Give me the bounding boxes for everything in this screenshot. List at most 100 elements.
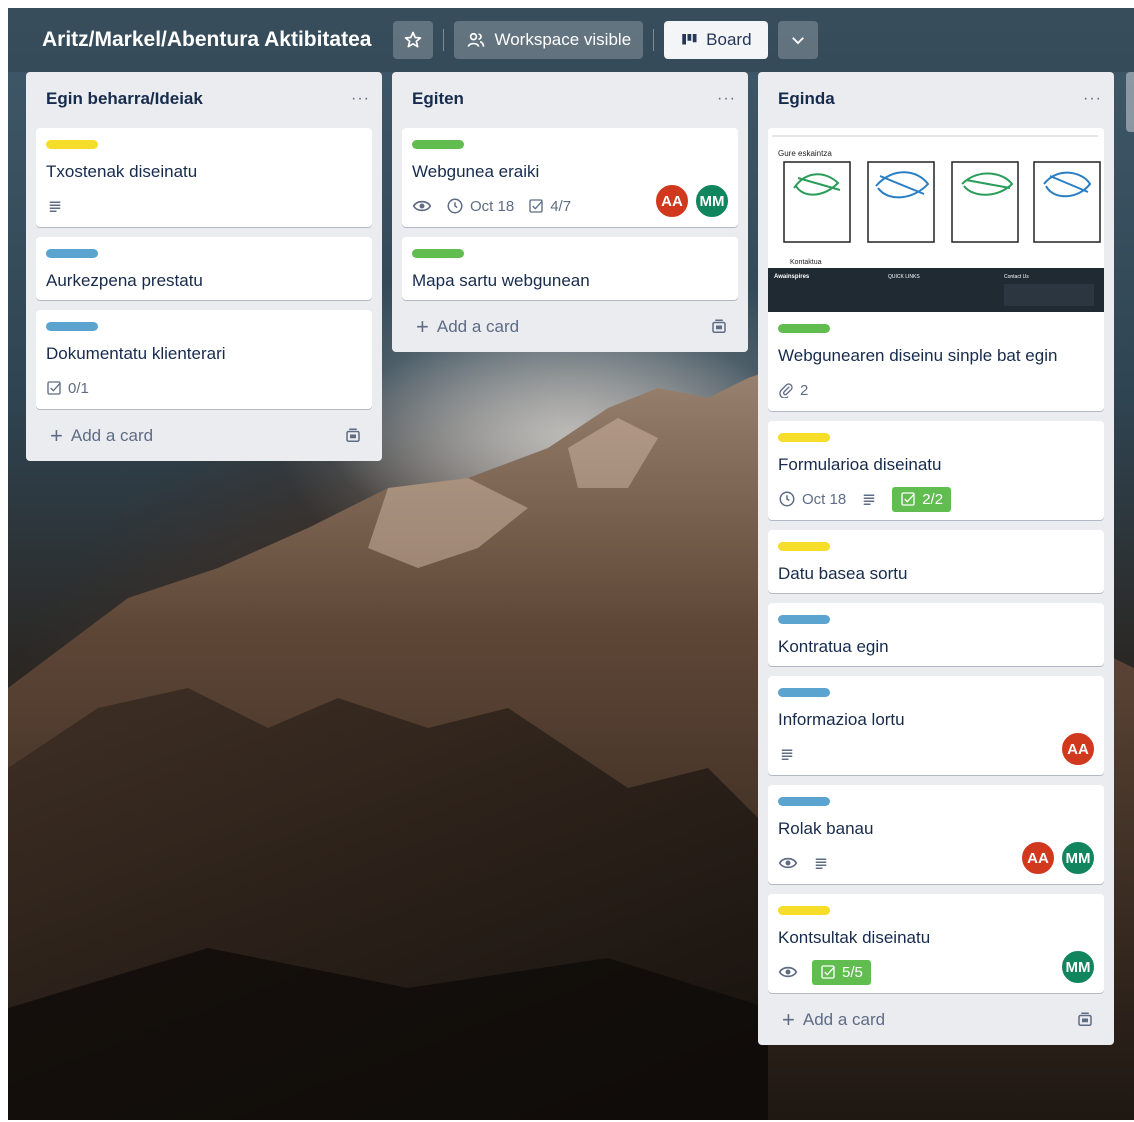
list-menu-button[interactable]: ··· (351, 90, 370, 108)
description-icon (49, 201, 61, 212)
avatar[interactable]: MM (1060, 840, 1096, 876)
template-icon[interactable] (1076, 1011, 1094, 1029)
card-badges: Oct 18 2/2 (778, 486, 1094, 512)
header-divider (653, 29, 655, 51)
card-title: Aurkezpena prestatu (46, 271, 203, 290)
card-label (778, 615, 830, 624)
due-date-text: Oct 18 (470, 197, 515, 215)
description-icon (863, 494, 875, 505)
card-title: Webgunea eraiki (412, 162, 540, 181)
card-rolak-banau[interactable]: Rolak banau AA MM (768, 785, 1104, 884)
card-cover-image: Gure eskaintza Kontaktua Awainspires QUI… (768, 128, 1104, 312)
checklist-icon (901, 492, 915, 506)
list-menu-button[interactable]: ··· (717, 90, 736, 108)
checklist-count: 2/2 (922, 490, 944, 508)
add-card-label: Add a card (436, 317, 520, 336)
board-view-label: Board (706, 30, 752, 49)
checklist-icon (47, 381, 61, 395)
mockup-footer-links: QUICK LINKS (888, 274, 920, 280)
avatar[interactable]: MM (694, 183, 730, 219)
card-aurkezpena[interactable]: Aurkezpena prestatu (36, 237, 372, 300)
avatar[interactable]: MM (1060, 949, 1096, 985)
list-title[interactable]: Egiten (412, 89, 464, 109)
card-label (778, 433, 830, 442)
avatar[interactable]: AA (1020, 840, 1056, 876)
card-title: Kontsultak diseinatu (778, 928, 931, 947)
add-card-button[interactable]: + Add a card (36, 409, 372, 451)
card-label (778, 797, 830, 806)
list-eginda: Eginda ··· Gure eskaintza Kontaktua Awai… (758, 72, 1114, 1045)
card-webgunea-eraiki[interactable]: Webgunea eraiki Oct 18 4/7 AA MM (402, 128, 738, 227)
list-title[interactable]: Egin beharra/Ideiak (46, 89, 203, 109)
mockup-heading: Gure eskaintza (778, 149, 832, 158)
list-egiten: Egiten ··· Webgunea eraiki Oct 18 4/7 AA… (392, 72, 748, 352)
card-title: Formularioa diseinatu (778, 455, 942, 474)
star-button[interactable] (393, 21, 434, 59)
card-label (778, 542, 830, 551)
card-formularioa[interactable]: Formularioa diseinatu Oct 18 2/2 (768, 421, 1104, 520)
add-card-button[interactable]: + Add a card (402, 300, 738, 342)
card-label (778, 324, 830, 333)
card-webgunearen-diseinu[interactable]: Gure eskaintza Kontaktua Awainspires QUI… (768, 128, 1104, 411)
description-icon (815, 858, 827, 869)
add-card-button[interactable]: + Add a card (768, 993, 1104, 1035)
card-informazioa[interactable]: Informazioa lortu AA (768, 676, 1104, 775)
plus-icon: + (782, 1007, 795, 1032)
card-title: Rolak banau (778, 819, 874, 838)
card-mapa-sartu[interactable]: Mapa sartu webgunean (402, 237, 738, 300)
card-title: Informazioa lortu (778, 710, 905, 729)
card-badges (46, 193, 362, 219)
list-header: Egiten ··· (402, 80, 738, 118)
workspace-visible-label: Workspace visible (494, 30, 632, 49)
plus-icon: + (50, 423, 63, 448)
checklist-icon (529, 199, 543, 213)
list-header: Eginda ··· (768, 80, 1104, 118)
card-datu-basea[interactable]: Datu basea sortu (768, 530, 1104, 593)
checklist-complete-badge: 2/2 (892, 486, 952, 512)
board-icon (682, 34, 697, 45)
avatar[interactable]: AA (654, 183, 690, 219)
card-title: Dokumentatu klienterari (46, 344, 226, 363)
card-kontsultak[interactable]: Kontsultak diseinatu 5/5 MM (768, 894, 1104, 993)
card-badges (778, 741, 1094, 767)
card-badges: 0/1 (46, 375, 362, 401)
board-view-button[interactable]: Board (664, 21, 768, 59)
eye-icon (778, 966, 798, 978)
workspace-visible-button[interactable]: Workspace visible (454, 21, 644, 59)
card-badges: 5/5 (778, 959, 1094, 985)
avatar[interactable]: AA (1060, 731, 1096, 767)
checklist-badge: 4/7 (528, 198, 571, 215)
checklist-icon (821, 965, 835, 979)
card-title: Mapa sartu webgunean (412, 271, 590, 290)
add-list-stub[interactable] (1126, 72, 1134, 132)
card-label (412, 140, 464, 149)
board-title[interactable]: Aritz/Markel/Abentura Aktibitatea (42, 28, 371, 52)
attachment-count: 2 (800, 381, 809, 399)
list-menu-button[interactable]: ··· (1083, 90, 1102, 108)
template-icon[interactable] (710, 318, 728, 336)
card-dokumentatu[interactable]: Dokumentatu klienterari 0/1 (36, 310, 372, 409)
view-switcher-button[interactable] (777, 21, 818, 59)
card-label (412, 249, 464, 258)
card-txostenak[interactable]: Txostenak diseinatu (36, 128, 372, 227)
card-label (46, 140, 98, 149)
header-divider (443, 29, 445, 51)
add-card-label: Add a card (802, 1010, 886, 1029)
description-icon (781, 749, 793, 760)
mockup-contact: Kontaktua (790, 259, 822, 266)
template-icon[interactable] (344, 427, 362, 445)
chevron-down-icon (791, 37, 804, 45)
plus-icon: + (416, 314, 429, 339)
star-icon (405, 31, 422, 48)
card-title: Webgunearen diseinu sinple bat egin (778, 346, 1058, 365)
mockup-footer-brand: Awainspires (774, 274, 810, 280)
eye-icon (412, 200, 432, 212)
due-date-badge: Oct 18 (446, 197, 514, 215)
card-kontratua[interactable]: Kontratua egin (768, 603, 1104, 666)
people-icon (468, 32, 485, 47)
card-members: AA (1060, 731, 1096, 767)
checklist-badge: 0/1 (46, 380, 89, 397)
list-title[interactable]: Eginda (778, 89, 835, 109)
list-egin-beharra: Egin beharra/Ideiak ··· Txostenak disein… (26, 72, 382, 461)
card-members: MM (1060, 949, 1096, 985)
